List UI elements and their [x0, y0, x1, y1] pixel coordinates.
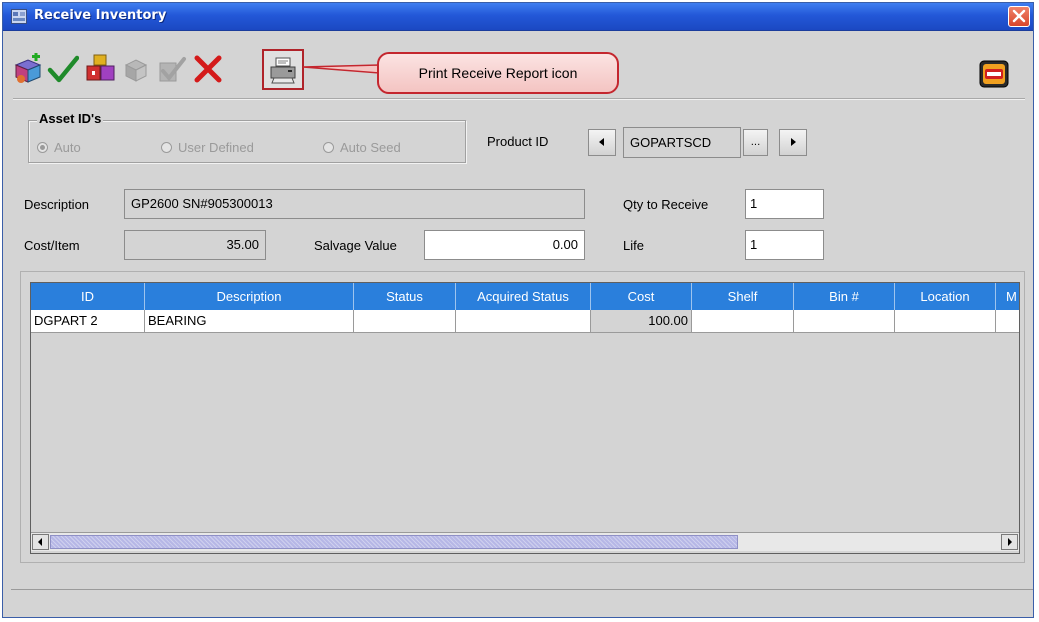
description-field[interactable]: GP2600 SN#905300013 — [124, 189, 585, 219]
column-header-bin[interactable]: Bin # — [794, 283, 895, 310]
disabled-check-icon — [159, 57, 186, 82]
life-field[interactable]: 1 — [745, 230, 824, 260]
scroll-left-button[interactable] — [32, 534, 49, 550]
exit-button[interactable] — [978, 59, 1010, 89]
cell-description[interactable]: BEARING — [145, 310, 354, 333]
column-header-shelf[interactable]: Shelf — [692, 283, 794, 310]
scroll-right-icon — [1008, 538, 1012, 546]
asset-ids-legend: Asset ID's — [37, 111, 104, 126]
accept-check-icon — [47, 55, 79, 83]
callout-pointer — [303, 64, 380, 74]
product-browse-button[interactable]: ... — [743, 129, 768, 156]
column-header-acquired-status[interactable]: Acquired Status — [456, 283, 591, 310]
delete-x-icon — [194, 55, 222, 83]
qty-to-receive-label: Qty to Receive — [623, 197, 709, 212]
exit-icon — [979, 60, 1009, 88]
radio-dot — [161, 142, 172, 153]
column-header-id[interactable]: ID — [31, 283, 145, 310]
close-button[interactable] — [1008, 6, 1030, 27]
radio-dot — [323, 142, 334, 153]
callout-text: Print Receive Report icon — [418, 65, 578, 81]
cost-item-field[interactable]: 35.00 — [124, 230, 266, 260]
scroll-left-icon — [38, 538, 42, 546]
cell-bin[interactable] — [794, 310, 895, 333]
add-item-icon — [14, 53, 42, 83]
product-prev-button[interactable] — [588, 129, 616, 156]
radio-auto-seed[interactable]: Auto Seed — [323, 140, 401, 155]
radio-user-defined[interactable]: User Defined — [161, 140, 254, 155]
scroll-thumb[interactable] — [50, 535, 738, 549]
column-header-status[interactable]: Status — [354, 283, 456, 310]
cell-status[interactable] — [354, 310, 456, 333]
items-table: ID Description Status Acquired Status Co… — [30, 282, 1020, 554]
print-receive-report-icon — [270, 57, 296, 84]
description-label: Description — [24, 197, 90, 212]
product-id-label: Product ID — [487, 134, 549, 149]
radio-auto[interactable]: Auto — [37, 140, 81, 155]
print-receive-report-button[interactable] — [262, 49, 304, 90]
column-header-description[interactable]: Description — [145, 283, 354, 310]
status-bar — [11, 589, 1033, 617]
cell-id[interactable]: DGPART 2 — [31, 310, 145, 333]
receive-boxes-icon — [86, 54, 115, 81]
cell-shelf[interactable] — [692, 310, 794, 333]
product-next-button[interactable] — [779, 129, 807, 156]
window-title: Receive Inventory — [34, 8, 167, 23]
scroll-right-button[interactable] — [1001, 534, 1018, 550]
delete-button[interactable] — [191, 51, 225, 87]
toolbar-separator — [13, 98, 1025, 100]
table-header: ID Description Status Acquired Status Co… — [31, 283, 1019, 310]
cell-m[interactable] — [996, 310, 1019, 333]
receive-inventory-window: Receive Inventory Print Receive Report i… — [2, 2, 1034, 618]
cost-item-label: Cost/Item — [24, 238, 80, 253]
title-bar[interactable]: Receive Inventory — [3, 3, 1033, 31]
arrow-left-icon — [599, 138, 604, 146]
product-id-field[interactable]: GOPARTSCD — [623, 127, 741, 158]
cell-acquired-status[interactable] — [456, 310, 591, 333]
table-row[interactable]: DGPART 2 BEARING 100.00 — [31, 310, 1019, 333]
receive-boxes-button[interactable] — [83, 51, 117, 87]
horizontal-scrollbar[interactable] — [31, 532, 1019, 551]
callout-bubble: Print Receive Report icon — [377, 52, 619, 94]
salvage-value-field[interactable]: 0.00 — [424, 230, 585, 260]
accept-button[interactable] — [46, 51, 80, 87]
column-header-location[interactable]: Location — [895, 283, 996, 310]
arrow-right-icon — [791, 138, 796, 146]
column-header-cost[interactable]: Cost — [591, 283, 692, 310]
column-header-m[interactable]: M — [996, 283, 1019, 310]
add-item-button[interactable] — [11, 51, 45, 87]
radio-dot-selected — [37, 142, 48, 153]
life-label: Life — [623, 238, 644, 253]
cell-location[interactable] — [895, 310, 996, 333]
qty-to-receive-field[interactable]: 1 — [745, 189, 824, 219]
disabled-boxes-button[interactable] — [119, 51, 153, 87]
salvage-value-label: Salvage Value — [314, 238, 397, 253]
disabled-check-button[interactable] — [154, 51, 188, 87]
cell-cost[interactable]: 100.00 — [591, 310, 692, 333]
close-icon — [1012, 9, 1026, 23]
disabled-boxes-icon — [124, 59, 148, 82]
window-app-icon — [11, 9, 27, 24]
